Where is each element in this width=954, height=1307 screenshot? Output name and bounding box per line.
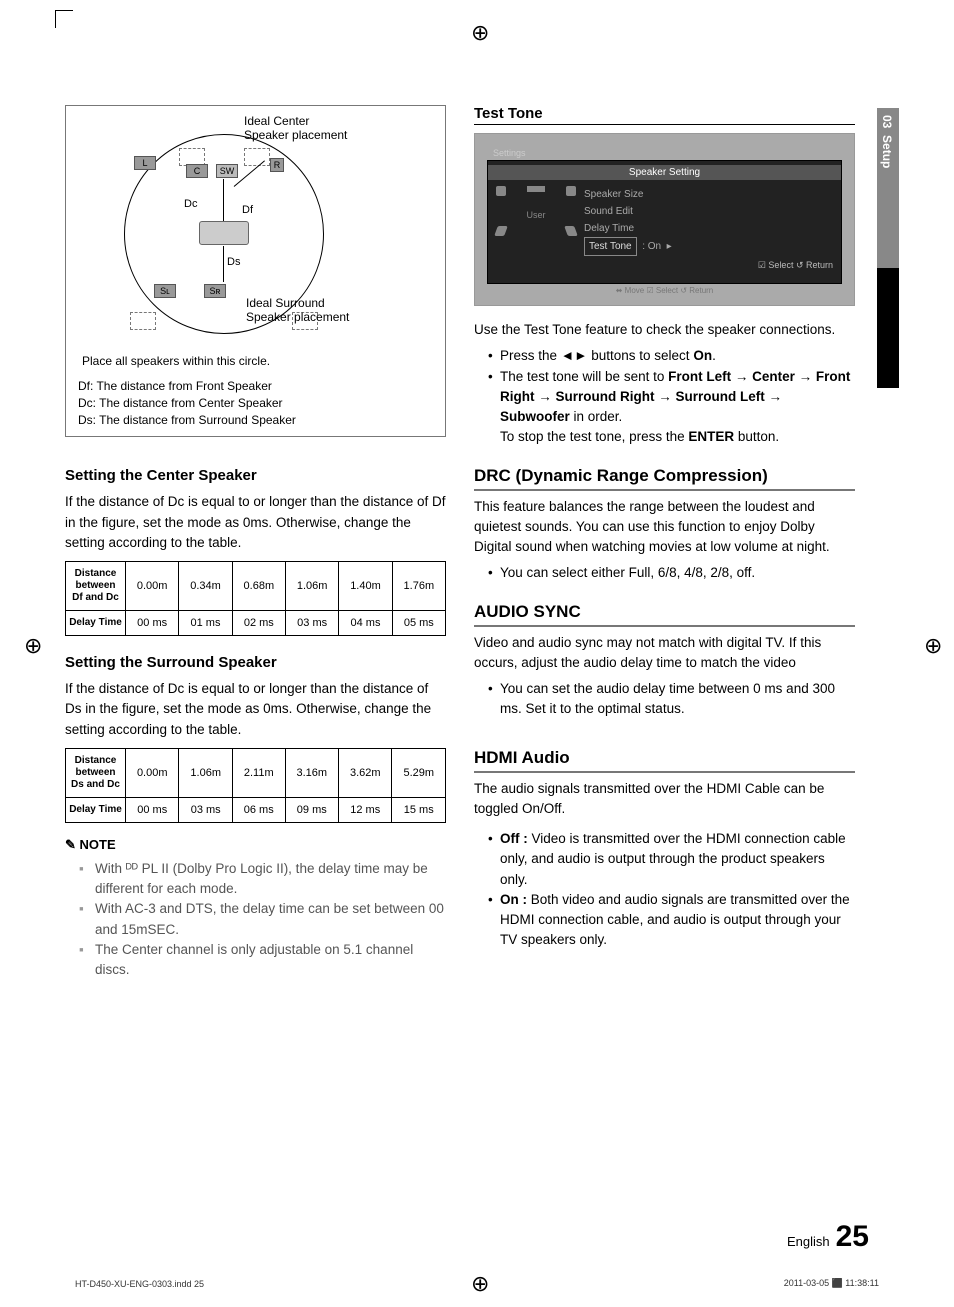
surround-speaker-text: If the distance of Dc is equal to or lon… [65,679,446,740]
listening-position [199,221,249,245]
page-number: English25 [787,1220,869,1254]
registration-mark-top: ⊕ [471,20,489,46]
audio-sync-desc: Video and audio sync may not match with … [474,633,855,674]
center-speaker-text: If the distance of Dc is equal to or lon… [65,492,446,553]
tv-screenshot: Settings Speaker Setting User Speaker Si… [474,133,855,306]
ds-definition: Ds: The distance from Surround Speaker [78,412,433,429]
note-list: With ᴰᴰ PL II (Dolby Pro Logic II), the … [79,859,446,981]
speaker-R: R [270,158,284,172]
heading-center-speaker: Setting the Center Speaker [65,467,446,484]
speaker-L: L [134,156,156,170]
drc-desc: This feature balances the range between … [474,497,855,558]
df-definition: Df: The distance from Front Speaker [78,378,433,395]
hdmi-desc: The audio signals transmitted over the H… [474,779,855,820]
surround-speaker-table: Distance between Ds and Dc 0.00m1.06m2.1… [65,748,446,823]
center-speaker-table: Distance between Df and Dc 0.00m0.34m0.6… [65,561,446,636]
heading-hdmi-audio: HDMI Audio [474,748,855,773]
speaker-SL: Sʟ [154,284,176,298]
registration-mark-right: ⊕ [924,633,942,659]
speaker-C: C [186,164,208,178]
speaker-SW: SW [216,164,238,178]
test-tone-desc: Use the Test Tone feature to check the s… [474,320,855,340]
speaker-diagram: L C SW R Dc Df Ds Sʟ Sʀ Ideal Center Spe… [65,105,446,437]
note-heading: NOTE [65,837,446,853]
file-name-footer: HT-D450-XU-ENG-0303.indd 25 [75,1279,204,1289]
heading-surround-speaker: Setting the Surround Speaker [65,654,446,671]
test-tone-steps: Press the ◄► buttons to select On. The t… [488,346,855,447]
heading-test-tone: Test Tone [474,105,855,125]
registration-mark-left: ⊕ [24,633,42,659]
dc-definition: Dc: The distance from Center Speaker [78,395,433,412]
speaker-SR: Sʀ [204,284,226,298]
heading-audio-sync: AUDIO SYNC [474,602,855,627]
heading-drc: DRC (Dynamic Range Compression) [474,466,855,491]
registration-mark-bottom: ⊕ [471,1271,489,1297]
file-date-footer: 2011-03-05 ⬛ 11:38:11 [784,1278,879,1289]
